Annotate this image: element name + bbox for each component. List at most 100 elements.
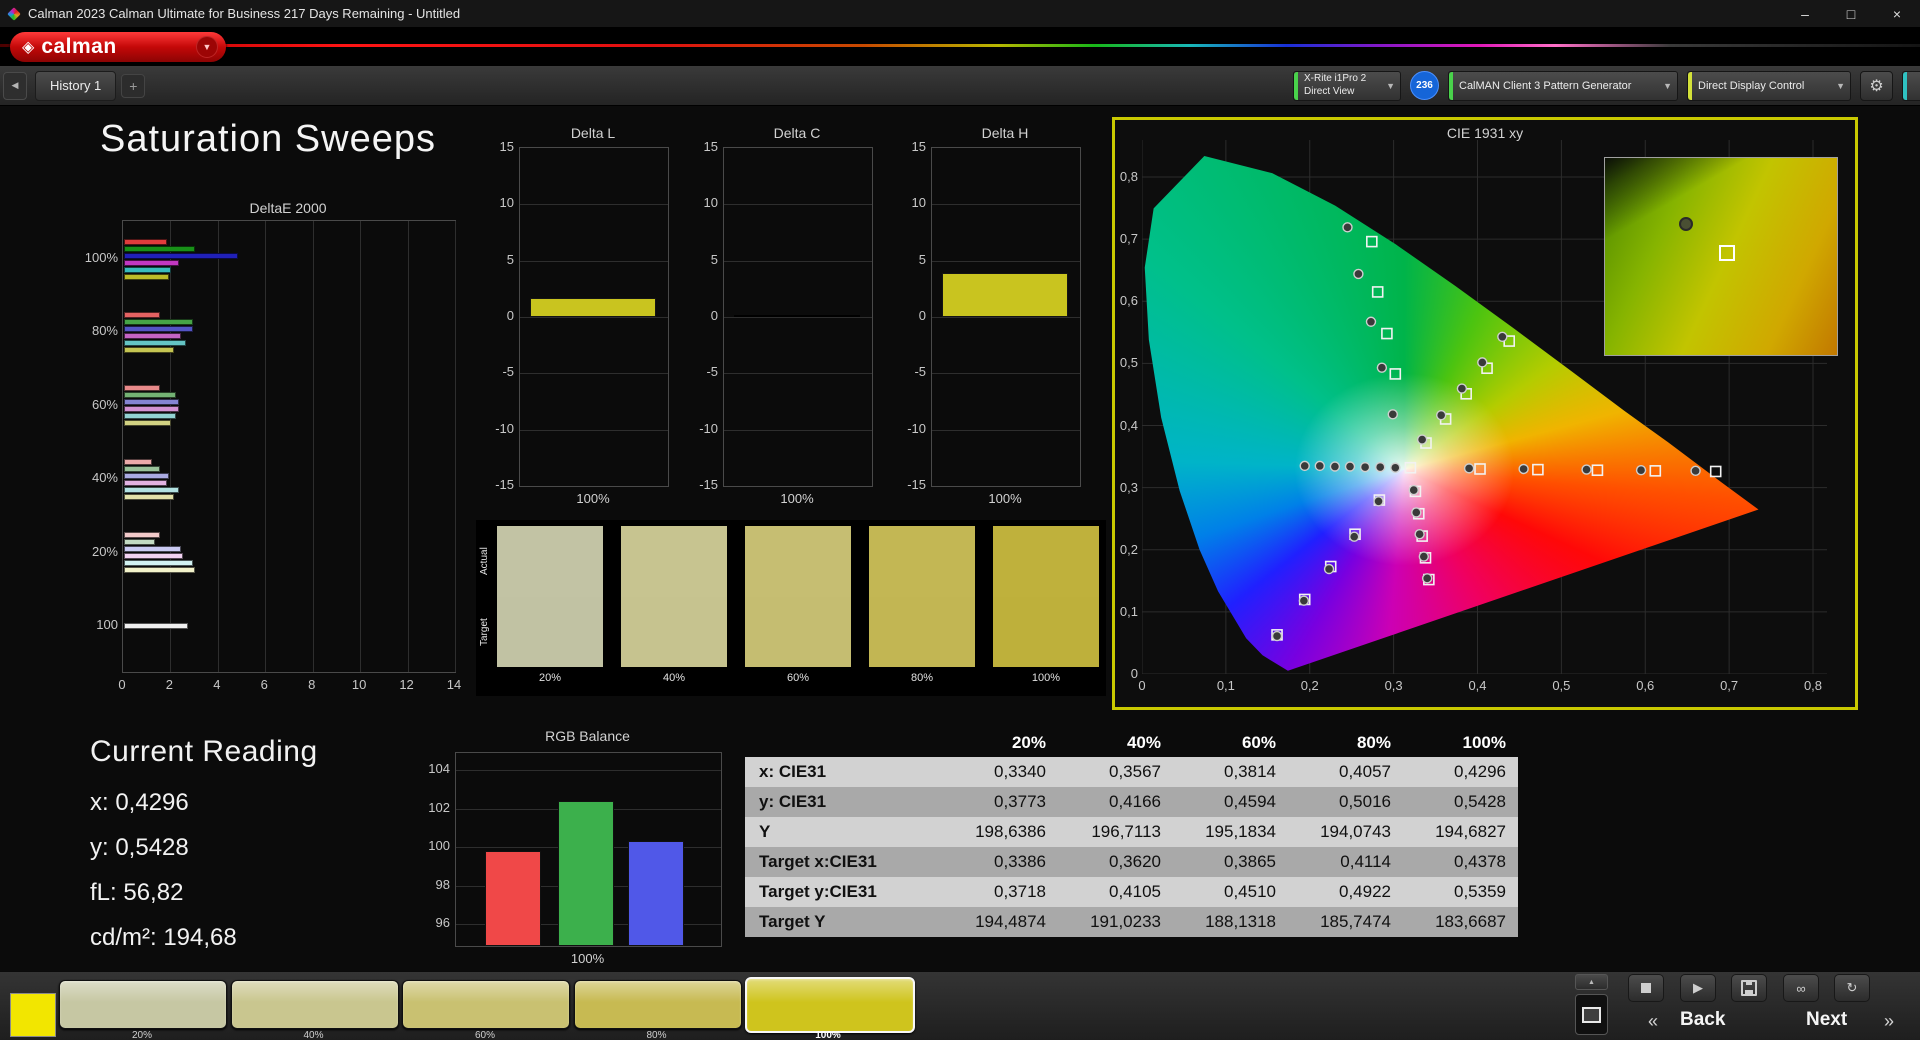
target-point (1371, 286, 1384, 298)
delta-h-chart: Delta H 100% 15 10 5 0 -5 -10 -15 (882, 125, 1082, 520)
settings-gear-button[interactable]: ⚙ (1860, 70, 1893, 101)
panel-toggle-button[interactable]: ◀ (3, 71, 27, 100)
target-patch (869, 597, 975, 667)
delta-e-bar (124, 413, 177, 420)
minimize-button[interactable]: – (1782, 0, 1828, 27)
back-button[interactable]: Back (1680, 1009, 1725, 1031)
meter-dropdown[interactable]: X-Rite i1Pro 2 Direct View ▼ (1293, 70, 1401, 101)
y-tick-label: 15 (499, 139, 514, 154)
y-tick-label: 5 (918, 251, 926, 267)
delta-e-bar (124, 273, 170, 280)
next-button[interactable]: Next (1806, 1009, 1847, 1031)
delta-e-bar (124, 346, 174, 353)
play-button[interactable]: ▶ (1680, 974, 1716, 1002)
measured-point-icon (1679, 217, 1694, 232)
y-tick-label: 0,1 (1119, 603, 1138, 619)
y-tick-label: 10 (911, 195, 926, 211)
table-cell: 195,1834 (1205, 822, 1276, 841)
y-tick-label: 0 (710, 308, 718, 323)
pattern-button-60%[interactable] (402, 980, 570, 1029)
x-tick-label: 0,5 (1552, 678, 1571, 693)
stop-button[interactable] (1628, 974, 1664, 1002)
delta-e-plot (122, 220, 456, 673)
delta-e-bar (124, 486, 179, 493)
collapse-panel-button[interactable]: ▲ (1575, 974, 1608, 990)
target-point (1532, 463, 1544, 476)
pattern-button-100%[interactable] (745, 977, 915, 1033)
measured-point (1497, 331, 1508, 342)
y-tick-label: 0,7 (1119, 231, 1138, 247)
page-title: Saturation Sweeps (100, 118, 436, 160)
gridline (456, 770, 721, 771)
table-column-header: 80% (1356, 732, 1391, 752)
y-tick-label: -15 (495, 477, 514, 492)
y-tick-label: -10 (699, 420, 718, 436)
x-tick-label: 6 (260, 677, 268, 692)
close-button[interactable]: × (1874, 0, 1920, 27)
delta-e-bar (124, 266, 172, 273)
meter-name: X-Rite i1Pro 2 (1304, 73, 1367, 84)
target-point-icon (1718, 244, 1735, 261)
delta-h-plot (931, 147, 1081, 487)
pattern-status-accent (1449, 71, 1453, 100)
target-point (1709, 465, 1722, 478)
y-tick-label: 80% (91, 323, 118, 339)
x-axis-label: 100% (988, 491, 1022, 506)
gridline (455, 221, 456, 672)
y-tick-label: -10 (907, 420, 926, 436)
add-tab-button[interactable]: + (121, 73, 146, 98)
measured-point (1323, 563, 1335, 575)
display-window-button[interactable] (1575, 994, 1608, 1035)
target-point (1404, 461, 1417, 474)
delta-e-bar (124, 245, 196, 252)
row-label: y: CIE31 (759, 792, 827, 811)
chart-title: CIE 1931 xy (1446, 125, 1524, 141)
delta-e-bar (124, 259, 179, 266)
table-cell: 0,5428 (1454, 792, 1506, 811)
measured-point (1390, 462, 1401, 473)
titlebar: Calman 2023 Calman Ultimate for Business… (0, 0, 1920, 27)
x-tick-label: 0,4 (1468, 678, 1487, 693)
table-cell: 0,3620 (1109, 852, 1161, 871)
refresh-button[interactable]: ↻ (1834, 974, 1870, 1002)
meter-count-badge[interactable]: 236 (1410, 71, 1439, 100)
x-tick-label: 4 (213, 677, 221, 692)
y-tick-label: 96 (435, 915, 450, 930)
maximize-button[interactable]: □ (1828, 0, 1874, 27)
delta-e-bar (124, 420, 172, 427)
continuous-measure-button[interactable]: ∞ (1783, 974, 1819, 1002)
pattern-button-80%[interactable] (573, 980, 742, 1029)
delta-l-chart: Delta L 100% 15 10 5 0 -5 -10 -15 (470, 125, 670, 520)
y-tick-label: 102 (428, 799, 450, 815)
play-icon: ▶ (1693, 980, 1703, 995)
logo-text: calman (41, 35, 117, 58)
pattern-generator-dropdown[interactable]: CalMAN Client 3 Pattern Generator ▼ (1448, 70, 1678, 101)
y-tick-label: 5 (710, 251, 718, 267)
next-chevrons-icon[interactable]: » (1884, 1011, 1894, 1032)
table-corner-cell (745, 728, 943, 757)
table-cell: 198,6386 (975, 822, 1046, 841)
delta-e-bar (124, 392, 177, 399)
pattern-button-40%[interactable] (230, 980, 399, 1029)
gridline (932, 204, 1080, 206)
actual-patch (745, 526, 851, 597)
current-color-swatch (10, 993, 56, 1037)
display-control-dropdown[interactable]: Direct Display Control ▼ (1687, 70, 1851, 101)
pattern-button-20%[interactable] (59, 980, 227, 1029)
row-label: Target x:CIE31 (759, 852, 877, 871)
pattern-button-label: 80% (646, 1030, 667, 1040)
y-tick-label: 100 (96, 617, 118, 632)
chevron-down-icon[interactable]: ▼ (196, 36, 218, 58)
tab-history-1[interactable]: History 1 (35, 70, 117, 101)
chart-title: Delta L (570, 125, 616, 141)
back-chevrons-icon[interactable]: « (1648, 1011, 1658, 1032)
meter-mode: Direct View (1304, 85, 1355, 97)
tab-bar: ◀ History 1 + X-Rite i1Pro 2 Direct View… (0, 66, 1920, 106)
gridline (170, 221, 172, 672)
delta-e-bar (124, 472, 170, 479)
save-button[interactable] (1731, 974, 1767, 1002)
calman-logo-menu[interactable]: ◈ calman ▼ (10, 32, 226, 62)
partial-dropdown[interactable] (1902, 70, 1920, 101)
chevron-down-icon: ▼ (1836, 80, 1845, 91)
measured-point (1314, 460, 1326, 472)
